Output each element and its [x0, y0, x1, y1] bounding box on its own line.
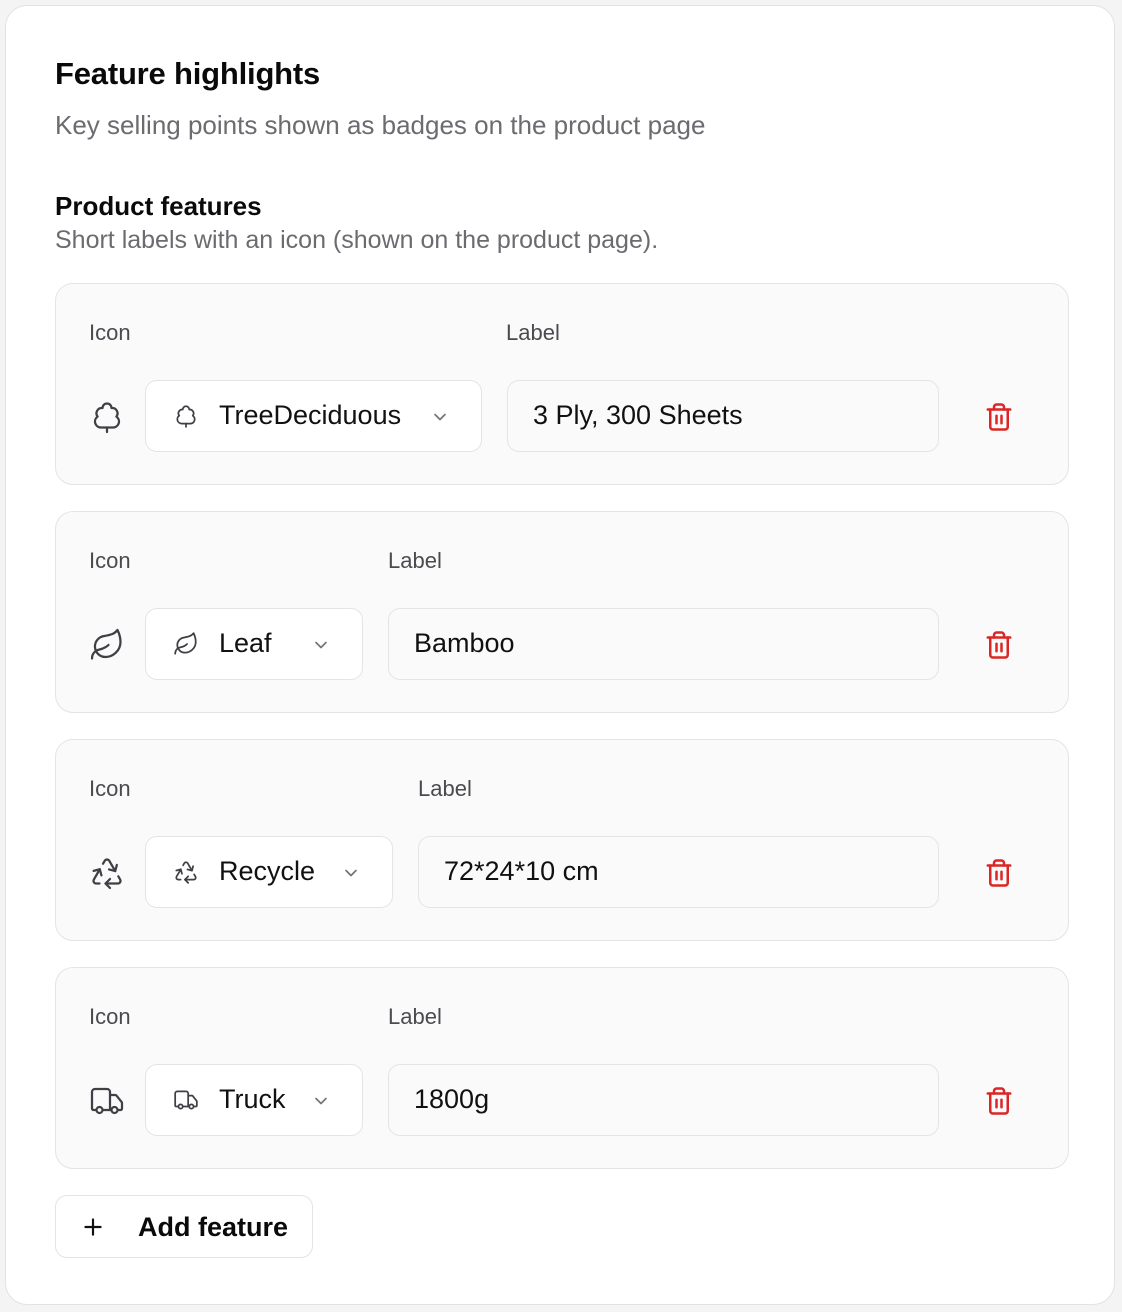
add-feature-label: Add feature — [138, 1212, 289, 1242]
add-feature-button[interactable]: Add feature — [55, 1195, 313, 1258]
icon-select[interactable]: Leaf — [145, 608, 363, 680]
icon-select[interactable]: Recycle — [145, 836, 393, 908]
label-input-value: 3 Ply, 300 Sheets — [533, 400, 743, 430]
chevron-down-icon — [341, 863, 361, 883]
icon-select[interactable]: Truck — [145, 1064, 363, 1136]
icon-field-label: Icon — [89, 1004, 131, 1029]
trash-icon[interactable] — [984, 1085, 1014, 1117]
label-field-label: Label — [506, 320, 560, 345]
tree-deciduous-icon — [89, 399, 125, 435]
section-description: Short labels with an icon (shown on the … — [55, 226, 659, 254]
leaf-icon — [89, 627, 125, 663]
label-input[interactable]: 1800g — [388, 1064, 939, 1136]
label-input[interactable]: Bamboo — [388, 608, 939, 680]
icon-field-label: Icon — [89, 548, 131, 573]
card-title: Feature highlights — [55, 56, 321, 91]
leaf-icon — [173, 631, 199, 657]
feature-highlights-card: Feature highlights Key selling points sh… — [5, 5, 1115, 1305]
icon-select-value: Leaf — [219, 628, 272, 658]
icon-select-value: Truck — [219, 1084, 286, 1114]
plus-icon — [80, 1214, 106, 1240]
chevron-down-icon — [311, 635, 331, 655]
trash-icon[interactable] — [984, 857, 1014, 889]
truck-icon — [173, 1087, 199, 1113]
trash-icon[interactable] — [984, 629, 1014, 661]
label-input[interactable]: 72*24*10 cm — [418, 836, 939, 908]
recycle-icon — [173, 859, 199, 885]
chevron-down-icon — [430, 407, 450, 427]
label-input[interactable]: 3 Ply, 300 Sheets — [507, 380, 939, 452]
label-input-value: 72*24*10 cm — [444, 856, 599, 886]
card-subtitle: Key selling points shown as badges on th… — [55, 110, 706, 140]
chevron-down-icon — [311, 1091, 331, 1111]
label-field-label: Label — [388, 548, 442, 573]
tree-deciduous-icon — [173, 403, 199, 429]
section-title: Product features — [55, 191, 262, 221]
label-field-label: Label — [418, 776, 472, 801]
feature-row: Icon Label Recycle 72*24*10 cm — [55, 739, 1069, 941]
label-input-value: 1800g — [414, 1084, 490, 1114]
icon-select-value: Recycle — [219, 856, 316, 886]
label-input-value: Bamboo — [414, 628, 515, 658]
icon-field-label: Icon — [89, 320, 131, 345]
icon-select[interactable]: TreeDeciduous — [145, 380, 482, 452]
recycle-icon — [89, 855, 125, 891]
label-field-label: Label — [388, 1004, 442, 1029]
feature-row: Icon Label TreeDeciduous 3 Ply, 300 Shee… — [55, 283, 1069, 485]
feature-row: Icon Label Truck 1800g — [55, 967, 1069, 1169]
icon-select-value: TreeDeciduous — [219, 400, 402, 430]
feature-row: Icon Label Leaf Bamboo — [55, 511, 1069, 713]
trash-icon[interactable] — [984, 401, 1014, 433]
truck-icon — [89, 1083, 125, 1119]
icon-field-label: Icon — [89, 776, 131, 801]
